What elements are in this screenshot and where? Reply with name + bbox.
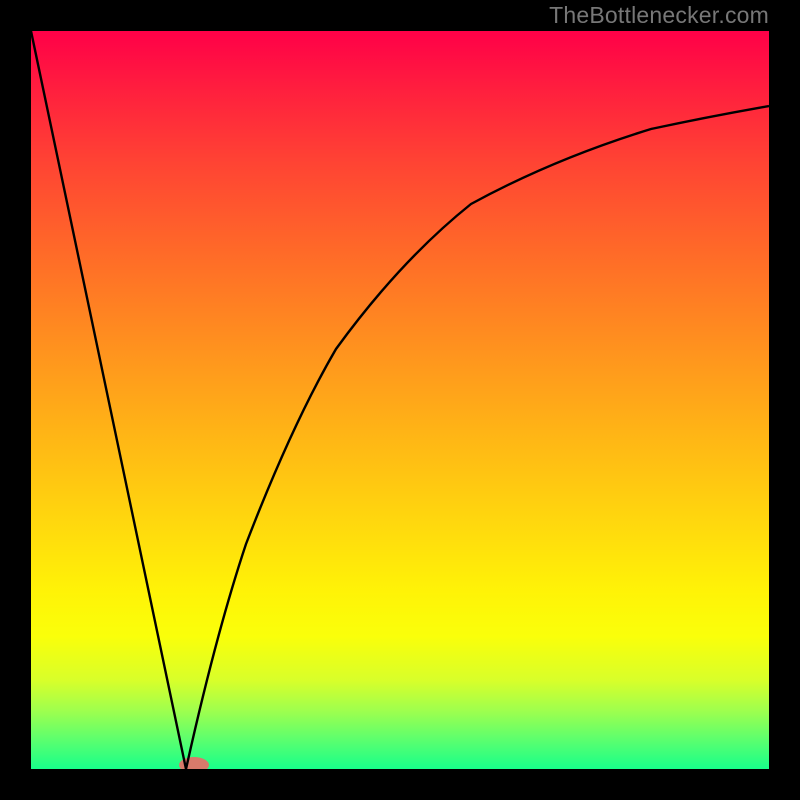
chart-svg — [31, 31, 769, 769]
chart-frame: TheBottlenecker.com — [0, 0, 800, 800]
watermark-text: TheBottlenecker.com — [549, 0, 769, 31]
plot-area — [31, 31, 769, 769]
bottleneck-curve — [31, 31, 769, 769]
